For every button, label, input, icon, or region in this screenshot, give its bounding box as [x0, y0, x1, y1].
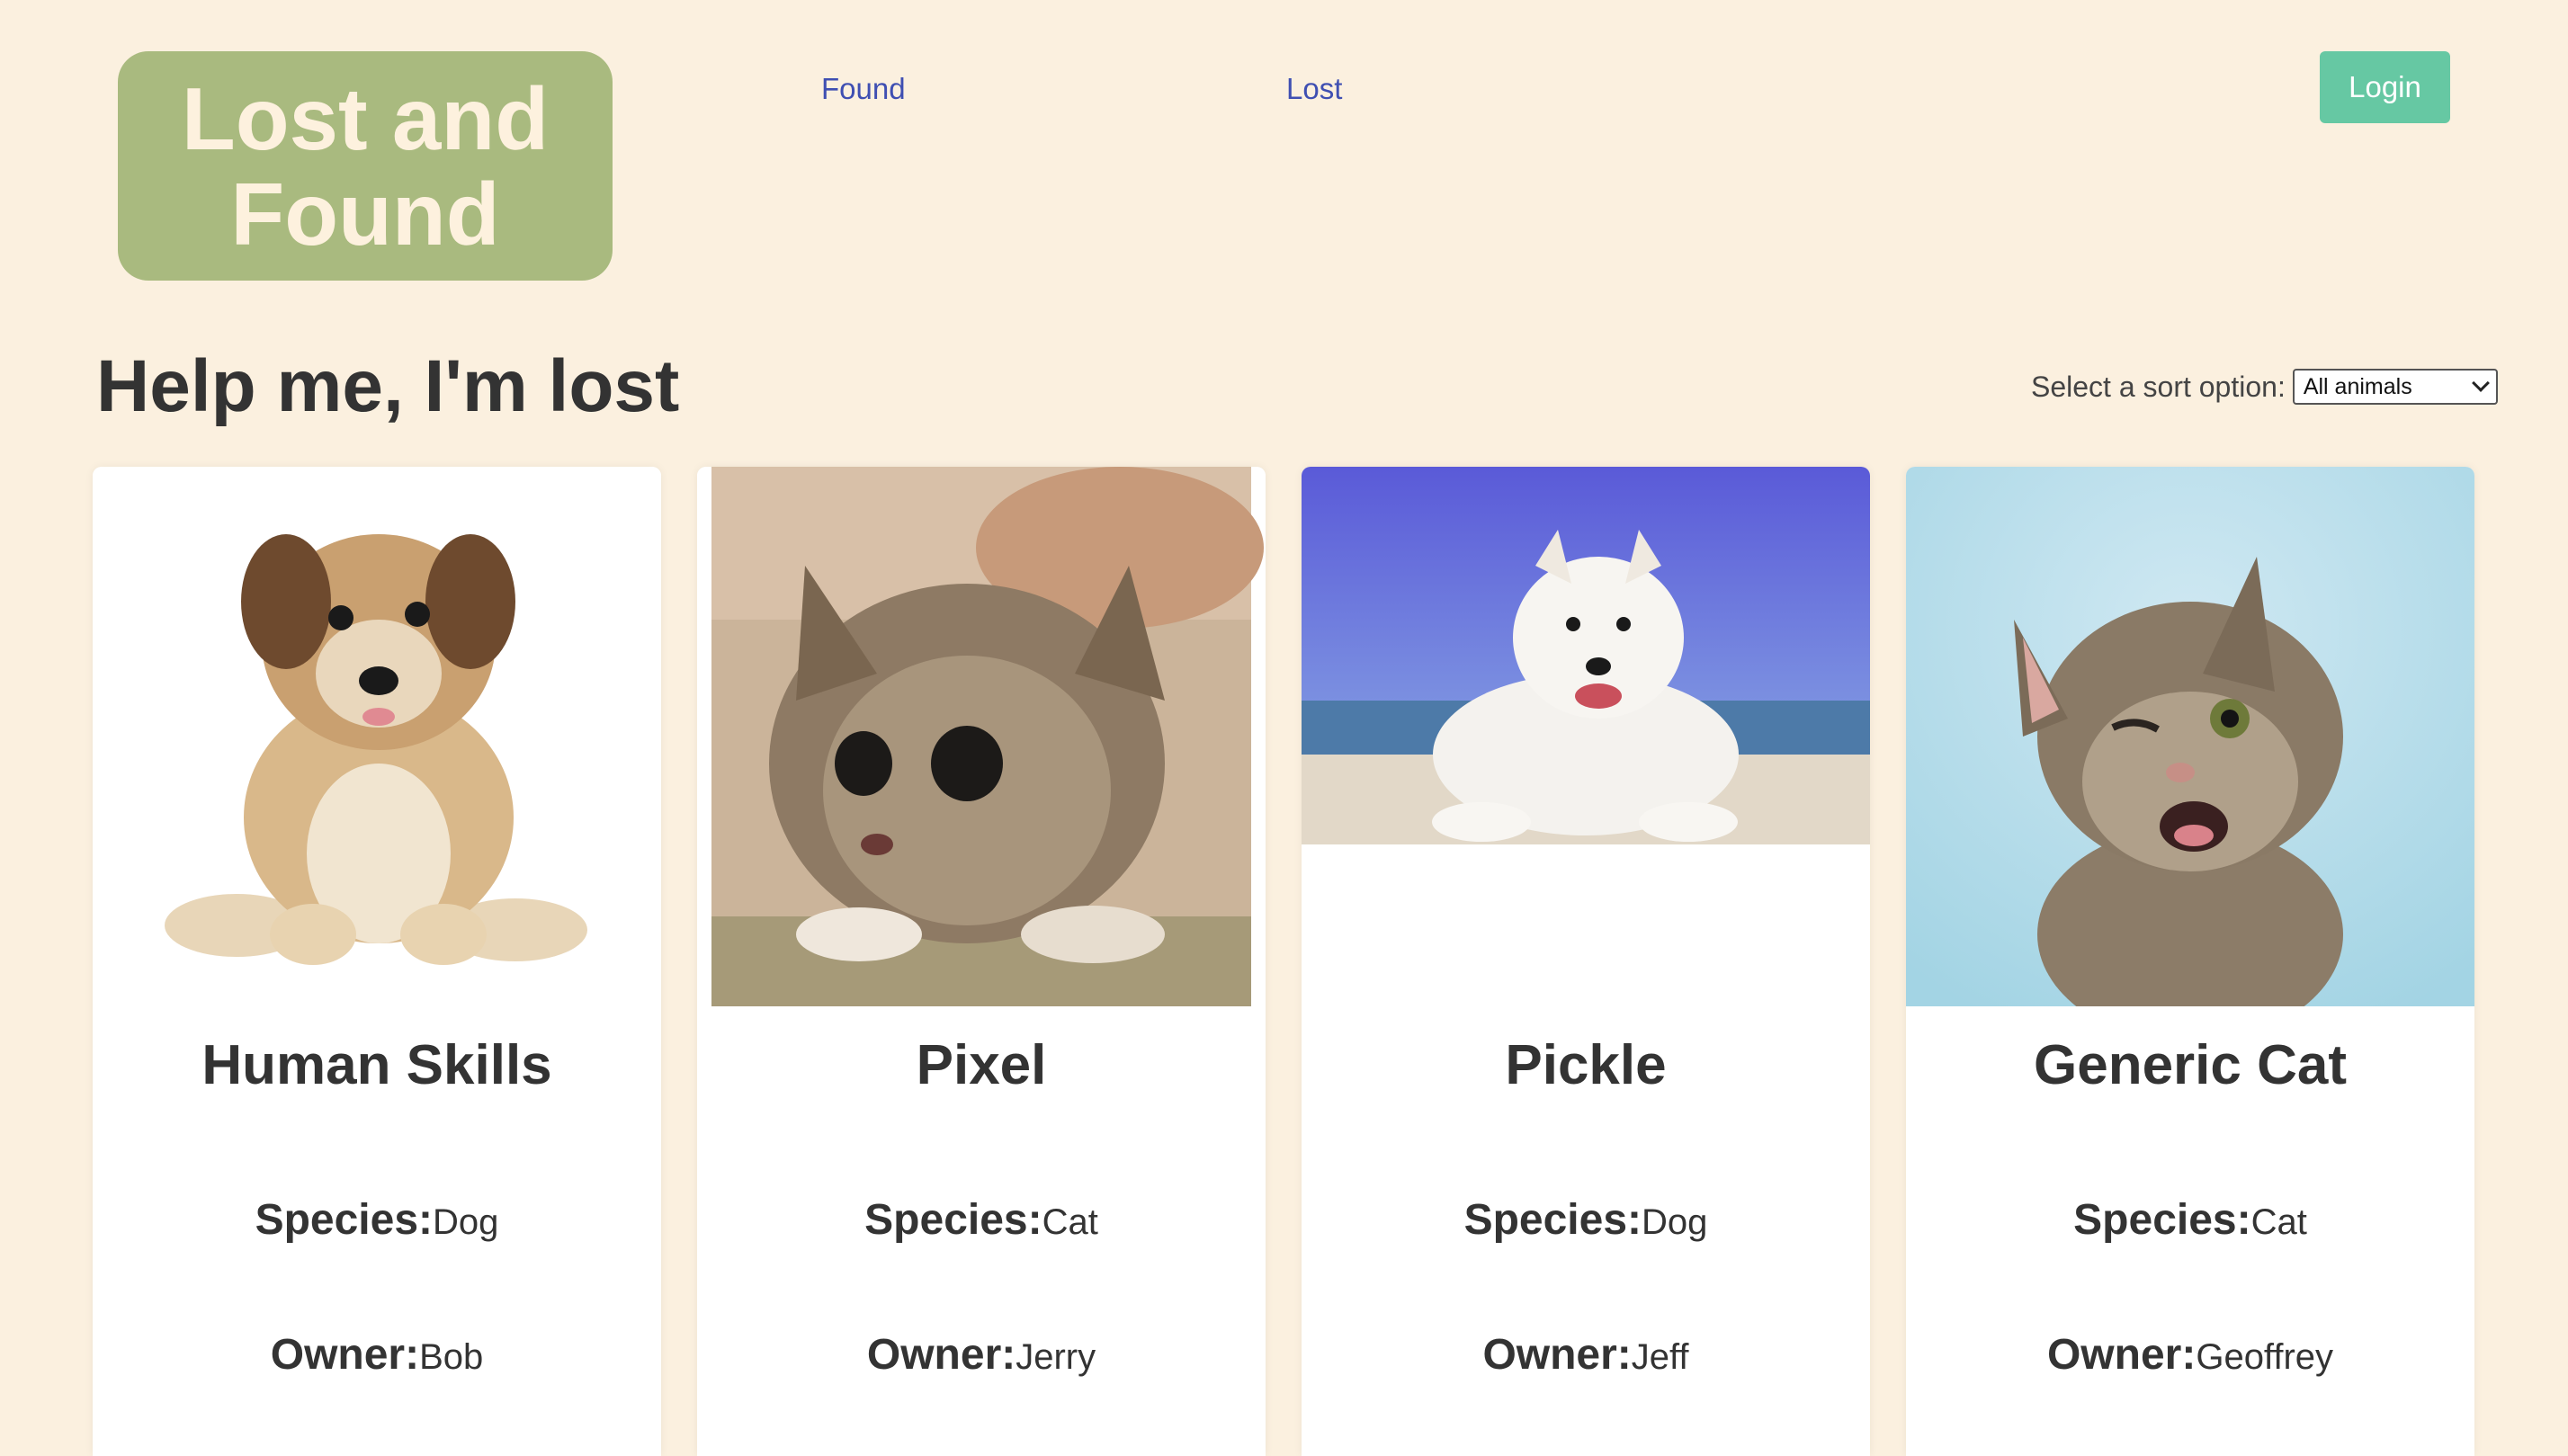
pet-species: Species:Dog: [1302, 1195, 1870, 1245]
pet-name: Pickle: [1505, 1034, 1667, 1096]
pet-card[interactable]: Human Skills Species:Dog Owner:Bob: [93, 467, 661, 1456]
species-label: Species:: [255, 1196, 434, 1244]
pet-owner: Owner:Bob: [93, 1330, 661, 1380]
pet-photo-white-puppy: [1302, 467, 1870, 844]
pet-name: Pixel: [916, 1034, 1047, 1096]
owner-label: Owner:: [1482, 1331, 1632, 1379]
pet-species: Species:Cat: [697, 1195, 1266, 1245]
pet-species: Species:Dog: [93, 1195, 661, 1245]
site-logo[interactable]: Lost and Found: [118, 51, 613, 281]
pet-card[interactable]: Generic Cat Species:Cat Owner:Geoffrey: [1906, 467, 2474, 1456]
species-label: Species:: [2073, 1196, 2251, 1244]
pet-card[interactable]: Pixel Species:Cat Owner:Jerry: [697, 467, 1266, 1456]
sort-selected-value: All animals: [2303, 373, 2412, 399]
login-button[interactable]: Login: [2320, 51, 2450, 123]
page-title: Help me, I'm lost: [96, 345, 680, 427]
species-label: Species:: [864, 1196, 1042, 1244]
nav-lost-link[interactable]: Lost: [1286, 70, 1342, 108]
pet-photo-winking-kitten: [1906, 467, 2474, 1006]
logo-line-2: Found: [230, 164, 500, 264]
owner-label: Owner:: [270, 1331, 420, 1379]
species-label: Species:: [1463, 1196, 1642, 1244]
owner-value: Jeff: [1631, 1337, 1689, 1377]
logo-line-1: Lost and: [181, 68, 550, 168]
nav-found-link[interactable]: Found: [821, 70, 906, 108]
owner-value: Geoffrey: [2196, 1337, 2334, 1377]
species-value: Cat: [1042, 1202, 1098, 1242]
pet-name: Human Skills: [201, 1034, 552, 1096]
owner-label: Owner:: [866, 1331, 1016, 1379]
species-value: Dog: [433, 1202, 499, 1242]
pet-photo-kitten: [697, 467, 1266, 1006]
pet-owner: Owner:Geoffrey: [1906, 1330, 2474, 1380]
pet-owner: Owner:Jerry: [697, 1330, 1266, 1380]
owner-label: Owner:: [2046, 1331, 2197, 1379]
pet-owner: Owner:Jeff: [1302, 1330, 1870, 1380]
sort-control: Select a sort option: All animals: [2031, 369, 2498, 405]
pet-species: Species:Cat: [1906, 1195, 2474, 1245]
sort-label: Select a sort option:: [2031, 370, 2286, 403]
chevron-down-icon: [2471, 374, 2490, 392]
owner-value: Jerry: [1016, 1337, 1096, 1377]
pet-card[interactable]: Pickle Species:Dog Owner:Jeff: [1302, 467, 1870, 1456]
sort-select[interactable]: All animals: [2292, 369, 2498, 405]
pet-photo-puppy: [93, 467, 661, 1006]
pet-name: Generic Cat: [2033, 1034, 2348, 1096]
owner-value: Bob: [419, 1337, 484, 1377]
species-value: Dog: [1642, 1202, 1708, 1242]
species-value: Cat: [2250, 1202, 2307, 1242]
